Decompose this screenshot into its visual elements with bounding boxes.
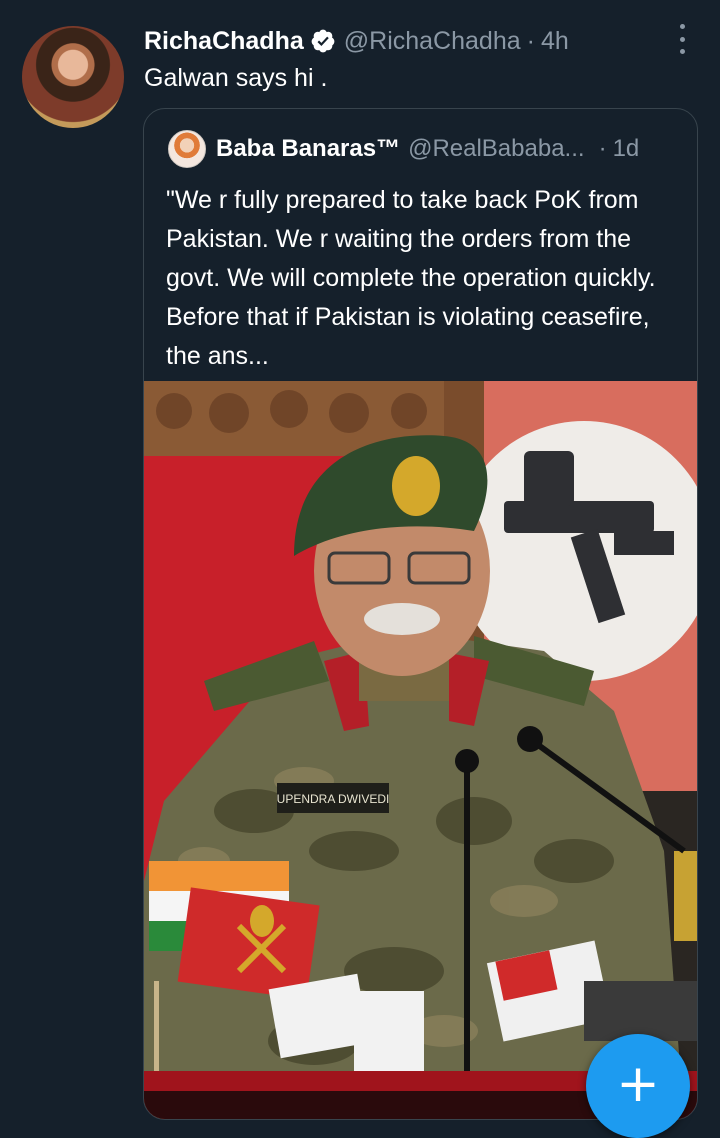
name-tag-text: UPENDRA DWIVEDI [277, 792, 390, 806]
author-handle[interactable]: @RichaChadha [344, 27, 521, 56]
quoted-tweet-header: Baba Banaras™ @RealBababa... · 1d [168, 130, 688, 168]
quoted-tweet-text: "We r fully prepared to take back PoK fr… [166, 186, 656, 370]
quoted-tweet-card[interactable]: Baba Banaras™ @RealBababa... · 1d "We r … [143, 108, 698, 1120]
quoted-author-handle[interactable]: @RealBababa... [408, 135, 584, 163]
plus-icon: + [616, 1054, 660, 1114]
tweet-text: Galwan says hi . [144, 64, 328, 92]
tweet-timestamp[interactable]: 4h [541, 27, 569, 56]
quoted-separator-dot: · [598, 135, 607, 162]
author-display-name[interactable]: RichaChadha [144, 27, 304, 56]
tweet[interactable]: RichaChadha @RichaChadha · 4h Galwan say… [0, 0, 720, 1138]
quoted-author-display-name[interactable]: Baba Banaras™ [216, 135, 400, 163]
separator-dot: · [526, 26, 535, 55]
tweet-header: RichaChadha @RichaChadha · 4h [144, 24, 569, 58]
quoted-author-avatar[interactable] [168, 130, 206, 168]
verified-badge-icon [311, 29, 335, 53]
quoted-tweet-photo[interactable]: UPENDRA DWIVEDI [144, 381, 697, 1120]
compose-tweet-button[interactable]: + [586, 1034, 690, 1138]
more-options-icon[interactable] [672, 24, 692, 54]
author-avatar[interactable] [22, 26, 124, 128]
quoted-tweet-timestamp[interactable]: 1d [613, 135, 640, 163]
